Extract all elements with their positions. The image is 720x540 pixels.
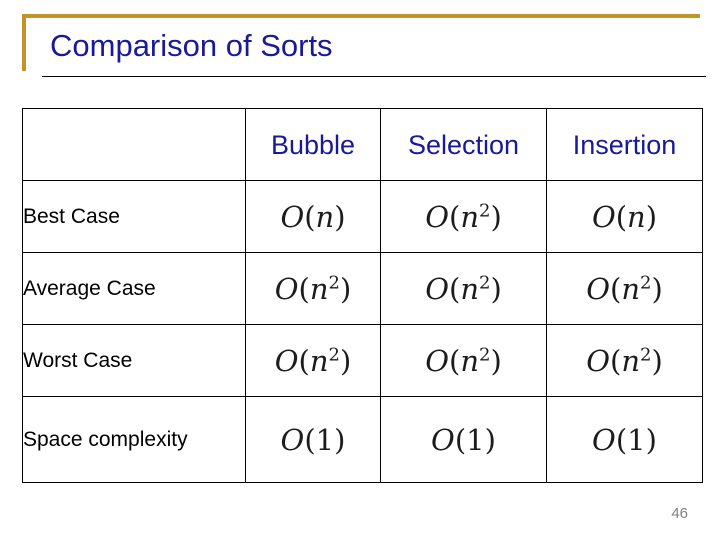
table-header-row: Bubble Selection Insertion: [22, 108, 703, 181]
gold-accent-left-bar: [22, 14, 26, 71]
cell-best-case-insertion: O(n): [546, 180, 703, 253]
table-row: Average Case O(n2) O(n2) O(n2): [22, 252, 703, 325]
page-number: 46: [671, 505, 688, 522]
row-label-space-complexity: Space complexity: [22, 396, 246, 483]
page-title: Comparison of Sorts: [50, 28, 333, 63]
gold-accent-top-bar: [22, 14, 700, 18]
cell-space-complexity-insertion: O(1): [546, 396, 703, 483]
row-label-average-case: Average Case: [22, 252, 246, 325]
cell-best-case-bubble: O(n): [245, 180, 381, 253]
slide-header: Comparison of Sorts: [22, 14, 700, 78]
cell-space-complexity-selection: O(1): [380, 396, 547, 483]
table-row: Space complexity O(1) O(1) O(1): [22, 396, 703, 483]
cell-best-case-selection: O(n2): [380, 180, 547, 253]
row-label-worst-case: Worst Case: [22, 324, 246, 397]
cell-average-case-bubble: O(n2): [245, 252, 381, 325]
cell-worst-case-bubble: O(n2): [245, 324, 381, 397]
table-row: Best Case O(n) O(n2) O(n): [22, 180, 703, 253]
sort-comparison-table: Bubble Selection Insertion Best Case O(n…: [22, 108, 703, 483]
cell-worst-case-selection: O(n2): [380, 324, 547, 397]
title-underline-rule: [42, 76, 706, 77]
header-cell-selection: Selection: [380, 108, 547, 181]
header-cell-corner: [22, 108, 246, 181]
cell-space-complexity-bubble: O(1): [245, 396, 381, 483]
table-row: Worst Case O(n2) O(n2) O(n2): [22, 324, 703, 397]
row-label-best-case: Best Case: [22, 180, 246, 253]
cell-average-case-insertion: O(n2): [546, 252, 703, 325]
cell-worst-case-insertion: O(n2): [546, 324, 703, 397]
header-cell-insertion: Insertion: [546, 108, 703, 181]
header-cell-bubble: Bubble: [245, 108, 381, 181]
cell-average-case-selection: O(n2): [380, 252, 547, 325]
